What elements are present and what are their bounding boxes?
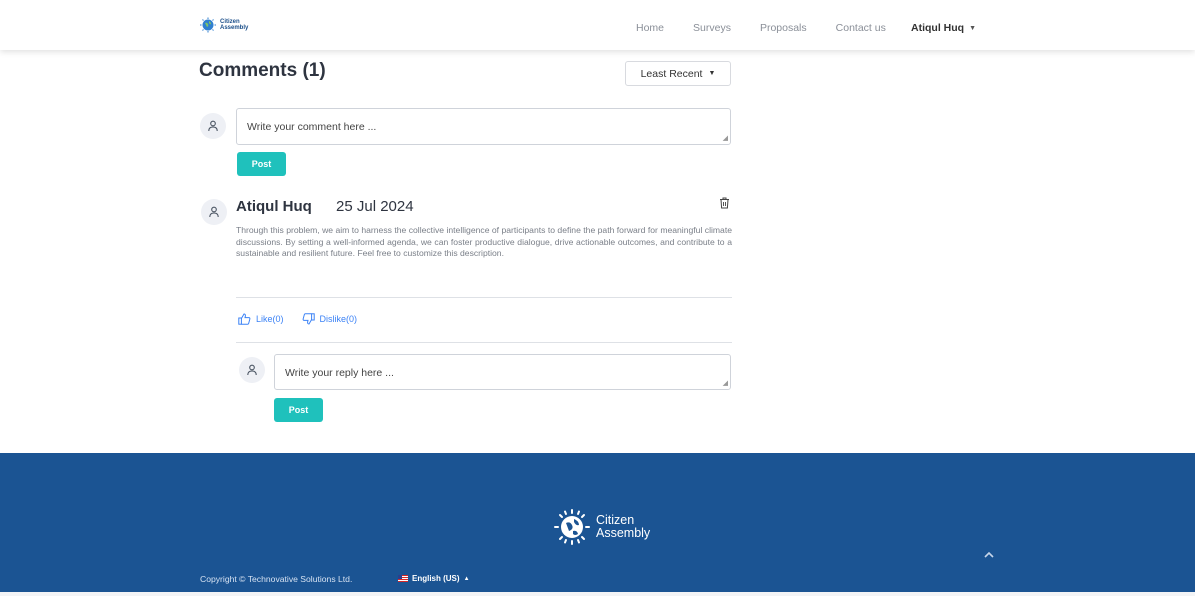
reply-input[interactable]: Write your reply here ... ◢: [274, 354, 731, 390]
footer-brand-line2: Assembly: [596, 526, 651, 540]
comment-body: Through this problem, we aim to harness …: [236, 225, 732, 258]
nav-link-home[interactable]: Home: [636, 22, 664, 34]
nav-link-proposals[interactable]: Proposals: [760, 22, 807, 34]
user-menu[interactable]: Atiqul Huq ▼: [911, 22, 976, 34]
language-label: English (US): [412, 574, 460, 583]
top-navbar: Citizen Assembly Home Surveys Proposals …: [0, 0, 1195, 50]
user-name: Atiqul Huq: [911, 22, 965, 34]
avatar: [200, 113, 226, 139]
brand-logo[interactable]: Citizen Assembly: [199, 17, 248, 33]
sort-dropdown[interactable]: Least Recent ▼: [625, 61, 731, 86]
nav-link-contact[interactable]: Contact us: [836, 22, 886, 34]
trash-icon: [720, 197, 729, 209]
comment-author: Atiqul Huq: [236, 198, 312, 215]
post-comment-button[interactable]: Post: [237, 152, 286, 176]
user-icon: [208, 120, 218, 132]
resize-handle-icon[interactable]: ◢: [723, 380, 728, 387]
thumbs-up-icon: [238, 313, 251, 325]
comments-title: Comments (1): [199, 60, 326, 81]
copyright-text: Copyright © Technovative Solutions Ltd.: [200, 574, 353, 584]
like-button[interactable]: Like(0): [238, 313, 284, 325]
dislike-label: Dislike(0): [319, 314, 358, 324]
caret-up-icon: ▲: [463, 575, 470, 582]
avatar: [201, 199, 227, 225]
nav-link-surveys[interactable]: Surveys: [693, 22, 731, 34]
thumbs-down-icon: [302, 313, 315, 325]
globe-logo-icon: [554, 509, 590, 545]
dislike-button[interactable]: Dislike(0): [302, 313, 358, 325]
delete-comment-button[interactable]: [719, 196, 730, 214]
nav-links: Home Surveys Proposals Contact us: [636, 22, 915, 34]
sort-label: Least Recent: [640, 67, 703, 80]
us-flag-icon: [398, 575, 408, 582]
avatar: [239, 357, 265, 383]
chevron-up-icon: [984, 551, 994, 558]
post-reply-button[interactable]: Post: [274, 398, 323, 422]
divider: [236, 297, 732, 298]
comment-date: 25 Jul 2024: [336, 198, 414, 215]
brand-line2: Assembly: [220, 25, 249, 31]
globe-logo-icon: [200, 17, 216, 33]
scroll-to-top-button[interactable]: [984, 549, 994, 561]
reply-input-placeholder: Write your reply here ...: [285, 367, 394, 379]
user-icon: [247, 364, 257, 376]
language-selector[interactable]: English (US) ▲: [398, 574, 470, 583]
user-icon: [209, 206, 219, 218]
caret-down-icon: ▼: [708, 70, 716, 77]
caret-down-icon: ▼: [969, 25, 977, 32]
footer-logo[interactable]: Citizen Assembly: [552, 509, 650, 545]
resize-handle-icon[interactable]: ◢: [723, 135, 728, 142]
comment-input[interactable]: Write your comment here ... ◢: [236, 108, 731, 145]
comment-reactions: Like(0) Dislike(0): [238, 313, 375, 325]
page-bottom-edge: [0, 592, 1195, 596]
divider: [236, 342, 732, 343]
like-label: Like(0): [256, 314, 284, 324]
comment-input-placeholder: Write your comment here ...: [247, 121, 377, 133]
